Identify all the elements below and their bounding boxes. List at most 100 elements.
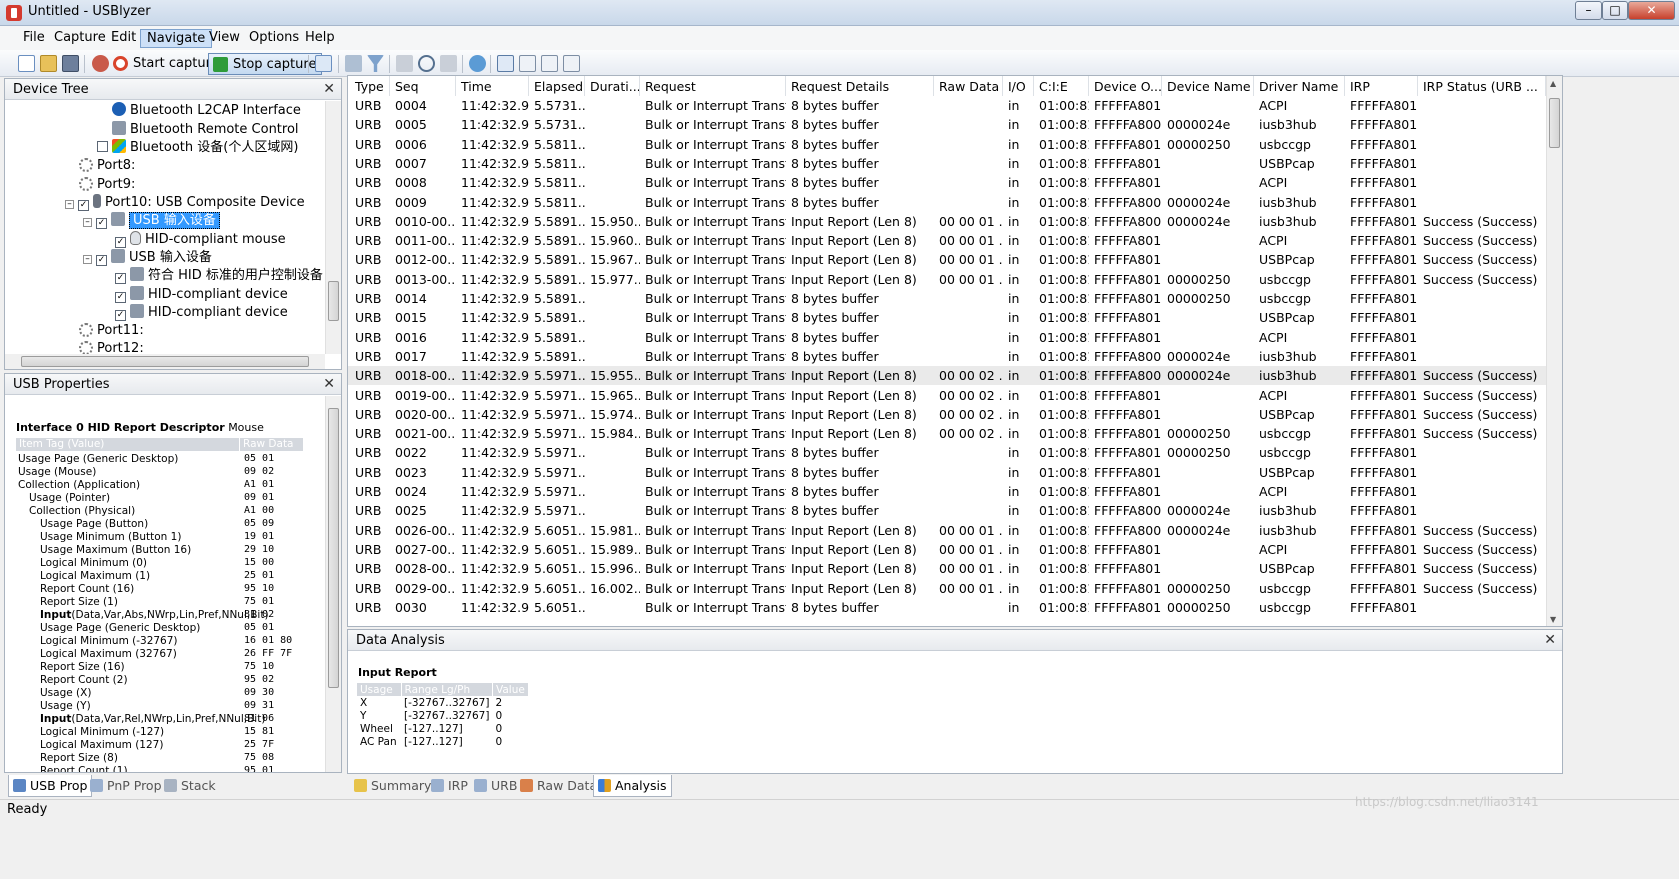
checkbox[interactable]: ✓	[96, 255, 107, 266]
scroll-thumb[interactable]	[328, 281, 339, 321]
tab-analysis[interactable]: Analysis	[593, 775, 672, 797]
column-header[interactable]: Device Name	[1162, 76, 1254, 96]
tree-item-selected[interactable]: – ✓ USB 输入设备	[83, 212, 220, 231]
table-row[interactable]: URB 0015 11:42:32.9... 5.5891... Bulk or Int…	[348, 308, 1546, 327]
collapse-icon[interactable]: –	[65, 200, 74, 209]
tree-vertical-scrollbar[interactable]	[325, 101, 341, 354]
checkbox[interactable]: ✓	[115, 292, 126, 303]
table-row[interactable]: URB 0019-00... 11:42:32.9... 5.5971... 15.96…	[348, 386, 1546, 405]
checkbox[interactable]: ✓	[115, 273, 126, 284]
find-icon[interactable]	[418, 55, 435, 72]
open-folder-icon[interactable]	[40, 55, 57, 72]
menu-help[interactable]: Help	[299, 29, 341, 48]
tab-irp[interactable]: IRP	[427, 775, 472, 797]
table-row[interactable]: URB 0017 11:42:32.9... 5.5891... Bulk or Int…	[348, 347, 1546, 366]
tree-item[interactable]: ✓ HID-compliant device	[115, 286, 288, 305]
column-header[interactable]: Driver Name	[1254, 76, 1345, 96]
menu-view[interactable]: View	[203, 29, 246, 48]
table-row[interactable]: URB 0023 11:42:32.9... 5.5971... Bulk or Int…	[348, 463, 1546, 482]
menu-options[interactable]: Options	[243, 29, 305, 48]
tab-summary[interactable]: Summary	[350, 775, 435, 797]
start-capture-button[interactable]: Start capture	[109, 53, 224, 75]
checkbox[interactable]	[97, 141, 108, 152]
layout-4-icon[interactable]	[563, 55, 580, 72]
filter-icon[interactable]	[367, 55, 384, 72]
refresh-icon[interactable]	[469, 55, 486, 72]
tab-raw-data[interactable]: Raw Data	[516, 775, 601, 797]
tree-item[interactable]: Port8:	[79, 157, 135, 176]
table-row[interactable]: URB 0006 11:42:32.9... 5.5811... Bulk or Int…	[348, 135, 1546, 154]
tree-item[interactable]: – ✓ USB 输入设备	[83, 249, 212, 268]
table-row[interactable]: URB 0011-00... 11:42:32.9... 5.5891... 15.96…	[348, 231, 1546, 250]
stop-capture-button[interactable]: Stop capture	[208, 53, 323, 75]
column-header[interactable]: I/O	[1003, 76, 1034, 96]
tab-pnp-prop[interactable]: PnP Prop	[86, 775, 166, 797]
column-header[interactable]: Request Details	[786, 76, 934, 96]
column-header[interactable]: IRP Status (URB ...	[1418, 76, 1546, 96]
tree-item[interactable]: Port9:	[79, 176, 135, 195]
table-row[interactable]: URB 0028-00... 11:42:32.9... 5.6051... 15.99…	[348, 559, 1546, 578]
table-row[interactable]: URB 0016 11:42:32.9... 5.5891... Bulk or Int…	[348, 328, 1546, 347]
table-row[interactable]: URB 0008 11:42:32.9... 5.5811... Bulk or Int…	[348, 173, 1546, 192]
menu-file[interactable]: File	[17, 29, 51, 48]
close-button[interactable]: ✕	[1628, 1, 1675, 20]
menu-navigate[interactable]: Navigate	[140, 29, 213, 48]
layout-3-icon[interactable]	[541, 55, 558, 72]
layout-2-icon[interactable]	[519, 55, 536, 72]
layout-1-icon[interactable]	[497, 55, 514, 72]
tab-stack[interactable]: Stack	[160, 775, 220, 797]
tree-item[interactable]: Bluetooth L2CAP Interface	[112, 102, 301, 121]
column-header[interactable]: Type	[350, 76, 390, 96]
tree-item[interactable]: ✓ 符合 HID 标准的用户控制设备	[115, 267, 323, 286]
checkbox[interactable]: ✓	[115, 310, 126, 321]
tree-item[interactable]: Bluetooth Remote Control	[112, 121, 299, 140]
column-header[interactable]: Durati...	[585, 76, 640, 96]
collapse-icon[interactable]: –	[83, 218, 92, 227]
minimize-button[interactable]: –	[1575, 1, 1602, 20]
table-row[interactable]: URB 0012-00... 11:42:32.9... 5.5891... 15.96…	[348, 250, 1546, 269]
tree-item[interactable]: Bluetooth 设备(个人区域网)	[97, 139, 298, 158]
table-row[interactable]: URB 0024 11:42:32.9... 5.5971... Bulk or Int…	[348, 482, 1546, 501]
table-row[interactable]: URB 0022 11:42:32.9... 5.5971... Bulk or Int…	[348, 443, 1546, 462]
table-row[interactable]: URB 0010-00... 11:42:32.9... 5.5891... 15.95…	[348, 212, 1546, 231]
back-icon[interactable]	[396, 55, 413, 72]
collapse-icon[interactable]: –	[83, 255, 92, 264]
filter-settings-icon[interactable]	[345, 55, 362, 72]
tree-item[interactable]: ✓ HID-compliant device	[115, 304, 288, 323]
table-row[interactable]: URB 0009 11:42:32.9... 5.5811... Bulk or Int…	[348, 193, 1546, 212]
tree-horizontal-scrollbar[interactable]	[5, 354, 325, 369]
column-header[interactable]: Seq	[390, 76, 456, 96]
tree-item[interactable]: – ✓ Port10: USB Composite Device	[65, 194, 305, 213]
column-header[interactable]: IRP	[1345, 76, 1418, 96]
checkbox[interactable]: ✓	[78, 200, 89, 211]
column-header[interactable]: Time	[456, 76, 529, 96]
menu-capture[interactable]: Capture	[48, 29, 112, 48]
table-row[interactable]: URB 0013-00... 11:42:32.9... 5.5891... 15.97…	[348, 270, 1546, 289]
table-row[interactable]: URB 0025 11:42:32.9... 5.5971... Bulk or Int…	[348, 501, 1546, 520]
table-row[interactable]: URB 0004 11:42:32.9... 5.5731... Bulk or Int…	[348, 96, 1546, 115]
tab-usb-prop[interactable]: USB Prop	[8, 775, 93, 797]
table-row[interactable]: URB 0018-00... 11:42:32.9... 5.5971... 15.95…	[348, 366, 1546, 386]
close-icon[interactable]: ✕	[1544, 632, 1556, 648]
close-icon[interactable]: ✕	[323, 376, 335, 392]
column-header[interactable]: Elapsed	[529, 76, 585, 96]
document-icon[interactable]	[315, 55, 332, 72]
menu-edit[interactable]: Edit	[105, 29, 142, 48]
scroll-thumb[interactable]	[21, 356, 309, 367]
column-header[interactable]: Device O...	[1089, 76, 1162, 96]
save-icon[interactable]	[62, 55, 79, 72]
table-row[interactable]: URB 0030 11:42:32.9... 5.6051... Bulk or Int…	[348, 598, 1546, 617]
clear-icon[interactable]	[92, 55, 109, 72]
maximize-button[interactable]: □	[1602, 1, 1628, 20]
properties-vertical-scrollbar[interactable]	[325, 396, 341, 772]
table-row[interactable]: URB 0005 11:42:32.9... 5.5731... Bulk or Int…	[348, 115, 1546, 134]
forward-icon[interactable]	[440, 55, 457, 72]
tab-urb[interactable]: URB	[470, 775, 521, 797]
table-row[interactable]: URB 0007 11:42:32.9... 5.5811... Bulk or Int…	[348, 154, 1546, 173]
close-icon[interactable]: ✕	[323, 81, 335, 97]
table-row[interactable]: URB 0021-00... 11:42:32.9... 5.5971... 15.98…	[348, 424, 1546, 443]
column-header[interactable]: Request	[640, 76, 786, 96]
column-header[interactable]: Raw Data	[934, 76, 1003, 96]
checkbox[interactable]: ✓	[115, 237, 126, 248]
table-row[interactable]: URB 0027-00... 11:42:32.9... 5.6051... 15.98…	[348, 540, 1546, 559]
